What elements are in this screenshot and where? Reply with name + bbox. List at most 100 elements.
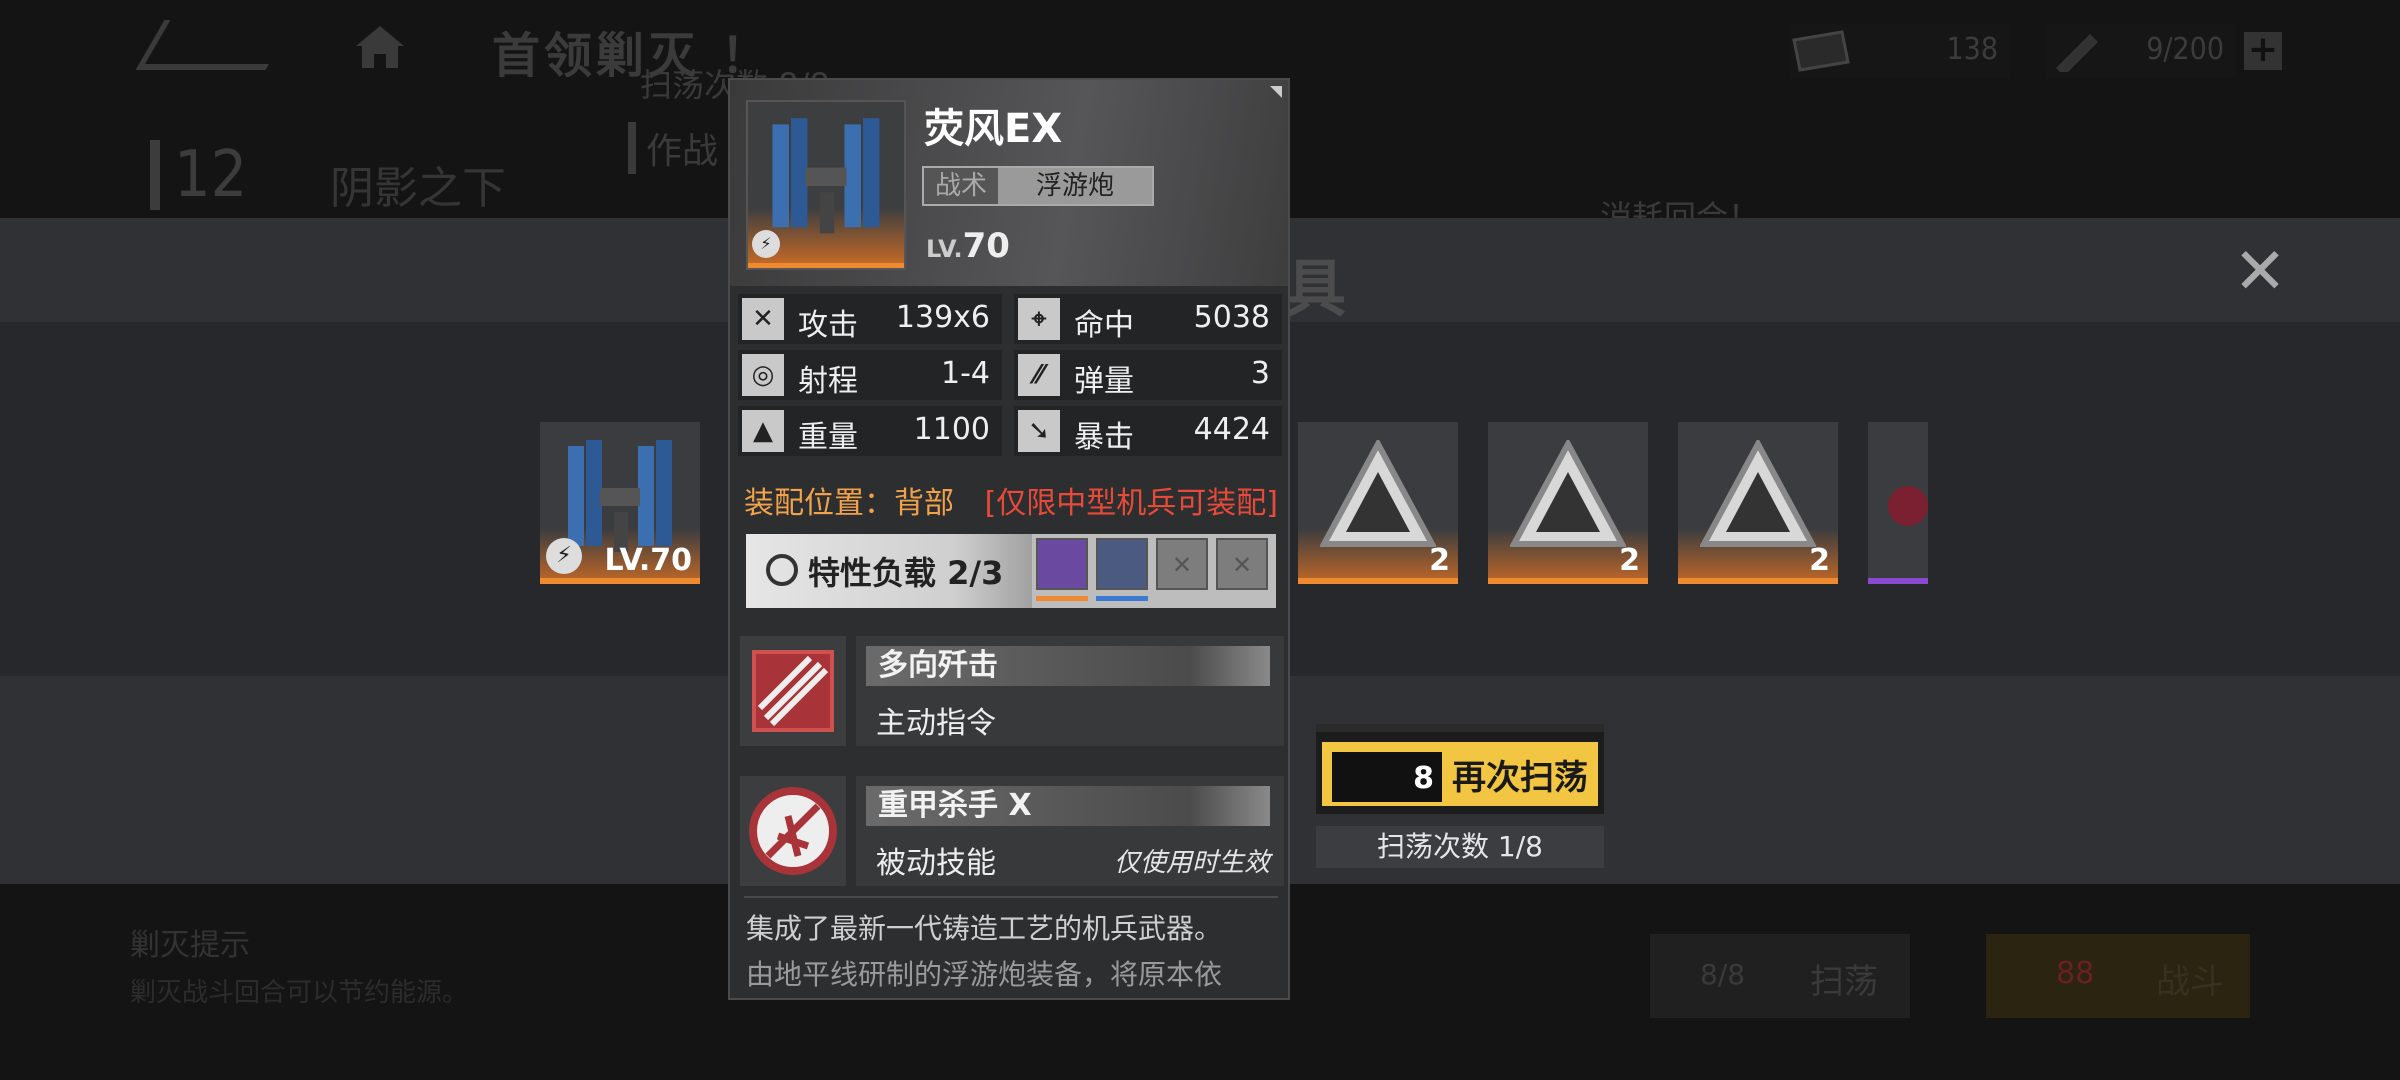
stat-ammo: ⁄⁄ 弹量 3: [1014, 350, 1282, 400]
lightning-icon: ⚡: [546, 538, 582, 574]
chip-bar-orange: [1036, 596, 1088, 601]
stage-number: 12: [150, 140, 247, 210]
tip-title: 剿灭提示: [130, 928, 250, 963]
armor-killer-icon: [749, 787, 837, 875]
weapon-thumbnail: ⚡: [746, 100, 906, 270]
weapon-tags: 战术 浮游炮: [922, 166, 1154, 206]
back-icon[interactable]: [135, 20, 295, 70]
reward-item-core[interactable]: 2: [1298, 422, 1458, 584]
ammo-icon: ⁄⁄: [1018, 354, 1060, 396]
description-divider: [744, 896, 1278, 898]
stat-key: 重量: [798, 420, 858, 455]
ticket-icon: [1792, 30, 1850, 72]
multi-strike-icon: [752, 650, 834, 732]
home-icon[interactable]: [352, 22, 408, 70]
trait-chip-slots: ✕ ✕: [1032, 534, 1276, 608]
skill-type: 主动指令: [876, 706, 996, 741]
triangle-core-icon: [1510, 440, 1626, 547]
sweep-cost: 8: [1332, 752, 1442, 802]
reward-item-weapon[interactable]: ⚡ LV.70: [540, 422, 700, 584]
item-rarity-bar: [1298, 578, 1458, 584]
close-icon[interactable]: ✕: [2230, 240, 2290, 304]
item-count: 2: [1619, 543, 1640, 578]
empty-chip-slot[interactable]: ✕: [1156, 538, 1208, 590]
stat-attack: ✕ 攻击 139x6: [738, 294, 1002, 344]
stat-weight: ▲ 重量 1100: [738, 406, 1002, 456]
accuracy-icon: ⌖: [1018, 298, 1060, 340]
item-level: LV.70: [604, 543, 692, 578]
level-prefix: LV.: [926, 235, 963, 263]
lightning-icon: ⚡: [752, 230, 780, 258]
reward-item-partial[interactable]: [1868, 422, 1928, 584]
crit-icon: ➘: [1018, 410, 1060, 452]
weapon-description: 集成了最新一代铸造工艺的机兵武器。 由地平线研制的浮游炮装备，将原本依: [746, 906, 1276, 998]
equip-slot: 装配位置：背部: [744, 486, 954, 521]
stat-key: 暴击: [1074, 420, 1134, 455]
trait-load-panel[interactable]: 特性负载 2/3: [746, 534, 1044, 608]
triangle-core-icon: [1320, 440, 1436, 547]
reward-item-core[interactable]: 2: [1678, 422, 1838, 584]
stat-value: 3: [1250, 356, 1270, 391]
corner-mark-icon: [1270, 86, 1282, 98]
currency-display: 138: [1790, 24, 2010, 78]
description-line: 集成了最新一代铸造工艺的机兵武器。: [746, 912, 1223, 945]
skill-name: 多向歼击: [866, 646, 1270, 686]
stat-value: 1-4: [941, 356, 990, 391]
range-icon: ◎: [742, 354, 784, 396]
stage-name: 阴影之下: [330, 163, 506, 214]
skill-name: 重甲杀手 X: [866, 786, 1270, 826]
equip-restriction: [仅限中型机兵可装配]: [984, 486, 1278, 521]
thumb-rarity-bar: [748, 263, 904, 268]
weight-icon: ▲: [742, 410, 784, 452]
stat-value: 4424: [1193, 412, 1270, 447]
tag-type: 浮游炮: [998, 168, 1152, 204]
bg-fight-label: 战斗: [2156, 962, 2224, 1002]
level-value: 70: [962, 226, 1010, 266]
sweep-again-button[interactable]: 8 再次扫荡: [1316, 724, 1604, 814]
item-rarity-bar: [540, 578, 700, 584]
chip-bar-blue: [1096, 596, 1148, 601]
weapon-name: 荧风EX: [924, 106, 1063, 152]
weapon-detail-card: ⚡ 荧风EX 战术 浮游炮 LV.70 ✕ 攻击 139x6 ⌖ 命中 5038…: [728, 78, 1290, 1000]
stat-range: ◎ 射程 1-4: [738, 350, 1002, 400]
item-count: 2: [1809, 543, 1830, 578]
bg-fight-button: 88 战斗: [1986, 934, 2250, 1018]
attack-icon: ✕: [742, 298, 784, 340]
gear-icon: [766, 554, 798, 586]
tag-category: 战术: [924, 168, 998, 204]
energy-value: 9/200: [2146, 32, 2224, 67]
skill-passive[interactable]: 重甲杀手 X 被动技能 仅使用时生效: [740, 776, 1284, 886]
sweep-count-label: 扫荡次数 1/8: [1316, 826, 1604, 868]
stat-value: 1100: [913, 412, 990, 447]
empty-chip-slot[interactable]: ✕: [1216, 538, 1268, 590]
reward-item-core[interactable]: 2: [1488, 422, 1648, 584]
skill-icon-box: [740, 776, 846, 886]
skill-type: 被动技能: [876, 846, 996, 881]
trait-load-label: 特性负载 2/3: [808, 554, 1004, 592]
item-image: [1888, 486, 1928, 526]
item-count: 2: [1429, 543, 1450, 578]
trait-chip-purple[interactable]: [1036, 538, 1088, 590]
sweep-again-label: 再次扫荡: [1452, 758, 1588, 798]
skill-active[interactable]: 多向歼击 主动指令: [740, 636, 1284, 746]
stat-value: 139x6: [895, 300, 990, 335]
stat-value: 5038: [1193, 300, 1270, 335]
weapon-level: LV.70: [926, 226, 1010, 266]
skill-icon-box: [740, 636, 846, 746]
battery-icon: [2056, 34, 2098, 72]
item-rarity-bar: [1678, 578, 1838, 584]
energy-display: 9/200: [2046, 24, 2236, 78]
bg-sweep-count-small: 8/8: [1700, 958, 1746, 991]
skill-note: 仅使用时生效: [1113, 848, 1270, 878]
trait-chip-blue[interactable]: [1096, 538, 1148, 590]
currency-value: 138: [1946, 32, 1998, 67]
bg-sweep-button: 8/8 扫荡: [1650, 934, 1910, 1018]
description-line: 由地平线研制的浮游炮装备，将原本依: [746, 958, 1223, 991]
stat-key: 命中: [1074, 308, 1134, 343]
stat-crit: ➘ 暴击 4424: [1014, 406, 1282, 456]
stat-key: 弹量: [1074, 364, 1134, 399]
operation-label: 作战: [628, 122, 718, 174]
stat-accuracy: ⌖ 命中 5038: [1014, 294, 1282, 344]
triangle-core-icon: [1700, 440, 1816, 547]
add-energy-button[interactable]: +: [2244, 32, 2282, 70]
